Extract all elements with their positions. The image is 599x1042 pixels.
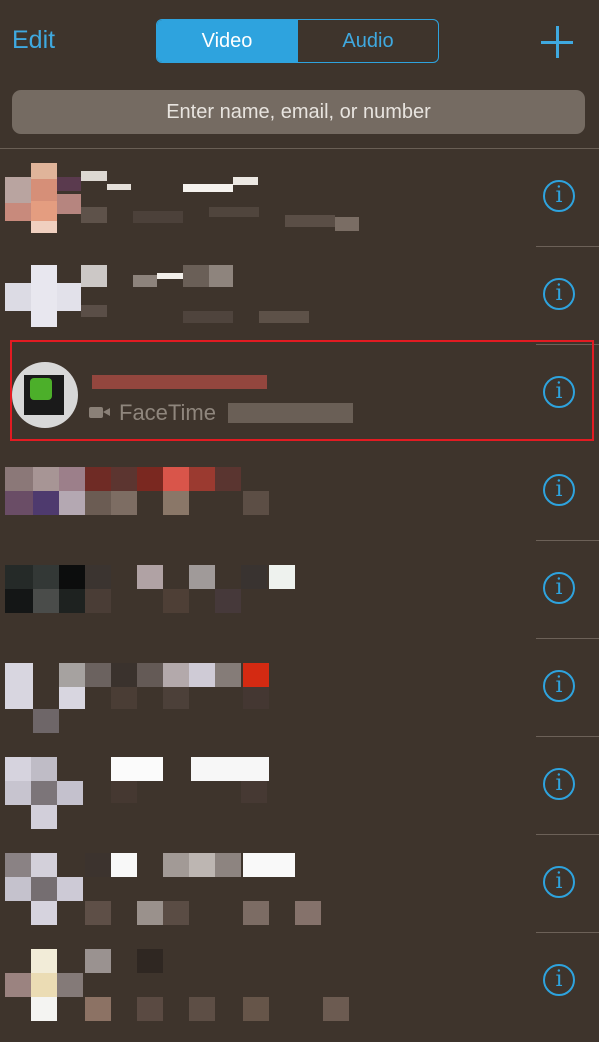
contact-row[interactable]: i [0,541,599,639]
info-icon[interactable]: i [543,670,575,702]
blurred-avatar [5,663,33,709]
blurred-avatar [5,467,33,491]
blurred-subtitle [81,207,107,223]
contact-row[interactable]: i [0,737,599,835]
blurred-name [85,467,111,491]
info-icon[interactable]: i [543,474,575,506]
contact-row[interactable]: i [0,639,599,737]
blurred-name [81,171,107,181]
search-input[interactable]: Enter name, email, or number [12,90,585,134]
contact-row[interactable]: i [0,247,599,345]
contact-row[interactable]: i [0,149,599,247]
contact-row[interactable]: i [0,835,599,933]
blurred-avatar [5,177,31,203]
info-icon[interactable]: i [543,964,575,996]
contact-row[interactable]: i [0,933,599,1031]
top-bar: Edit Video Audio [0,0,599,82]
info-icon[interactable]: i [543,866,575,898]
blurred-name [81,265,107,287]
blurred-name [85,949,111,973]
edit-button[interactable]: Edit [12,26,55,55]
blurred-subtitle [81,305,107,317]
blurred-name [85,565,111,589]
blurred-avatar [5,565,33,589]
highlight-box [10,340,594,441]
blurred-name [85,853,111,877]
info-icon[interactable]: i [543,572,575,604]
blurred-avatar [31,949,57,973]
video-tab[interactable]: Video [157,20,297,62]
info-icon[interactable]: i [543,768,575,800]
blurred-name [111,757,163,781]
contact-row[interactable]: i [0,443,599,541]
blurred-avatar [5,853,31,877]
info-icon[interactable]: i [543,180,575,212]
blurred-name [85,663,111,687]
video-audio-segmented-control: Video Audio [156,19,439,63]
blurred-avatar [5,283,31,311]
audio-tab[interactable]: Audio [297,20,438,62]
plus-icon[interactable] [541,26,575,60]
info-icon[interactable]: i [543,278,575,310]
blurred-avatar [5,757,31,781]
